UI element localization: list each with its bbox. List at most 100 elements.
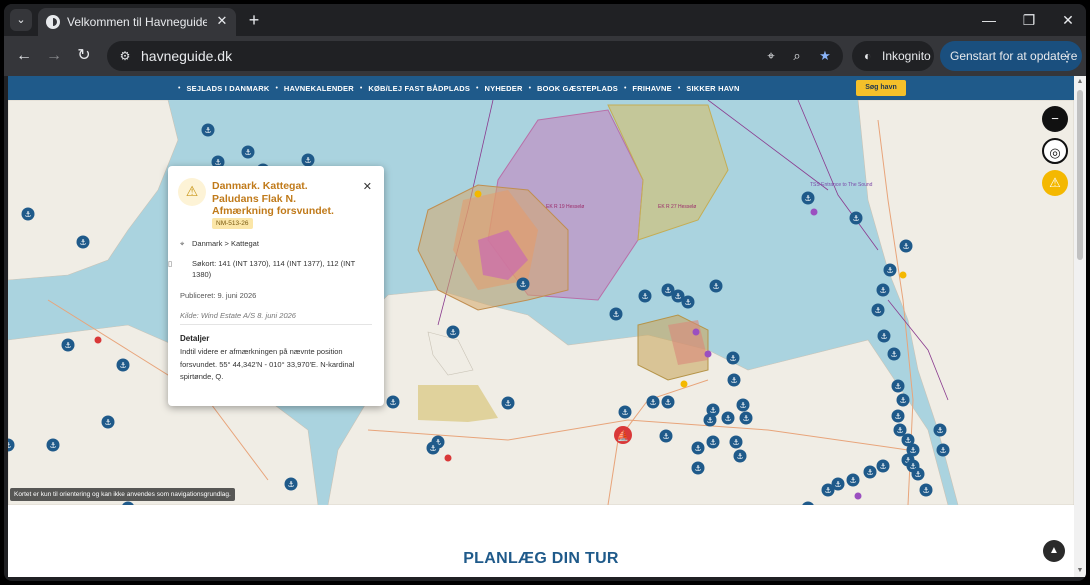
harbor-anchor-icon[interactable]: ⚓	[801, 191, 815, 205]
harbor-anchor-icon[interactable]: ⚓	[101, 415, 115, 429]
reload-icon[interactable]: ↻	[74, 46, 94, 66]
harbor-anchor-icon[interactable]: ⚓	[501, 396, 515, 410]
harbor-anchor-icon[interactable]: ⚓	[709, 279, 723, 293]
status-dot[interactable]	[692, 328, 700, 336]
nav-item[interactable]: FRIHAVNE	[632, 84, 671, 93]
harbor-anchor-icon[interactable]: ⚓	[609, 307, 623, 321]
harbor-anchor-icon[interactable]: ⚓	[821, 483, 835, 497]
scroll-to-top-button[interactable]: ▲	[1043, 540, 1065, 562]
status-dot[interactable]	[94, 336, 102, 344]
harbor-anchor-icon[interactable]: ⚓	[871, 303, 885, 317]
status-dot[interactable]	[704, 350, 712, 358]
nav-item[interactable]: NYHEDER	[485, 84, 523, 93]
harbor-anchor-icon[interactable]: ⚓	[706, 435, 720, 449]
harbor-anchor-icon[interactable]: ⚓	[849, 211, 863, 225]
harbor-anchor-icon[interactable]: ⚓	[727, 373, 741, 387]
status-dot[interactable]	[854, 492, 862, 500]
harbor-anchor-icon[interactable]: ⚓	[21, 207, 35, 221]
harbor-anchor-icon[interactable]: ⚓	[863, 465, 877, 479]
harbor-anchor-icon[interactable]: ⚓	[919, 483, 933, 497]
search-harbor-button[interactable]: Søg havn	[856, 80, 906, 96]
harbor-anchor-icon[interactable]: ⚓	[936, 443, 950, 457]
scroll-down-icon[interactable]: ▼	[1076, 567, 1084, 575]
harbor-anchor-icon[interactable]: ⚓	[891, 379, 905, 393]
tab-close-icon[interactable]: ✕	[214, 13, 230, 29]
address-bar[interactable]: ⚙ havneguide.dk ⌖ ⌕ ★	[107, 41, 843, 71]
harbor-anchor-icon[interactable]: ⚓	[46, 438, 60, 452]
warnings-toggle-button[interactable]: ⚠	[1042, 170, 1068, 196]
harbor-anchor-icon[interactable]: ⚓	[739, 411, 753, 425]
harbor-anchor-icon[interactable]: ⚓	[876, 459, 890, 473]
zoom-icon[interactable]: ⌕	[789, 48, 805, 64]
locate-button[interactable]: ◎	[1042, 138, 1068, 164]
harbor-anchor-icon[interactable]: ⚓	[883, 263, 897, 277]
harbor-anchor-icon[interactable]: ⚓	[733, 449, 747, 463]
harbor-anchor-icon[interactable]: ⚓	[659, 429, 673, 443]
harbor-anchor-icon[interactable]: ⚓	[426, 441, 440, 455]
harbor-anchor-icon[interactable]: ⚓	[638, 289, 652, 303]
harbor-anchor-icon[interactable]: ⚓	[661, 395, 675, 409]
harbor-anchor-icon[interactable]: ⚓	[691, 441, 705, 455]
harbor-anchor-icon[interactable]: ⚓	[284, 477, 298, 491]
nav-item[interactable]: HAVNEKALENDER	[284, 84, 354, 93]
harbor-anchor-icon[interactable]: ⚓	[646, 395, 660, 409]
harbor-anchor-icon[interactable]: ⚓	[301, 153, 315, 167]
bookmark-star-icon[interactable]: ★	[817, 48, 833, 64]
back-icon[interactable]: ←	[14, 46, 34, 66]
harbor-anchor-icon[interactable]: ⚓	[891, 409, 905, 423]
status-dot[interactable]	[444, 454, 452, 462]
minimize-icon[interactable]: —	[979, 10, 999, 30]
tab-search-icon[interactable]: ⌄	[10, 9, 32, 31]
harbor-anchor-icon[interactable]: ⚓	[896, 393, 910, 407]
zoom-out-button[interactable]: −	[1042, 106, 1068, 132]
update-button[interactable]: Genstart for at opdatere ⋮	[940, 41, 1082, 71]
harbor-anchor-icon[interactable]: ⚓	[691, 461, 705, 475]
nav-item[interactable]: KØB/LEJ FAST BÅDPLADS	[368, 84, 470, 93]
harbor-anchor-icon[interactable]: ⚓	[887, 347, 901, 361]
harbor-anchor-icon[interactable]: ⚓	[933, 423, 947, 437]
harbor-anchor-icon[interactable]: ⚓	[876, 283, 890, 297]
harbor-anchor-icon[interactable]: ⚓	[446, 325, 460, 339]
status-dot[interactable]	[899, 271, 907, 279]
nav-item[interactable]: SIKKER HAVN	[686, 84, 739, 93]
harbor-anchor-icon[interactable]: ⚓	[726, 351, 740, 365]
location-icon[interactable]: ⌖	[763, 48, 779, 64]
site-info-icon[interactable]: ⚙	[117, 48, 133, 64]
status-dot[interactable]	[810, 208, 818, 216]
harbor-anchor-icon[interactable]: ⚓	[911, 467, 925, 481]
harbor-anchor-icon[interactable]: ⚓	[661, 283, 675, 297]
nav-item[interactable]: SEJLADS I DANMARK	[186, 84, 269, 93]
harbor-anchor-icon[interactable]: ⚓	[386, 395, 400, 409]
harbor-anchor-icon[interactable]: ⚓	[116, 358, 130, 372]
status-dot[interactable]	[474, 190, 482, 198]
scroll-up-icon[interactable]: ▲	[1076, 78, 1084, 86]
restore-icon[interactable]: ❐	[1019, 10, 1039, 30]
harbor-map[interactable]: EK R 19 Hesselø EK R 27 Hesselø TSS Entr…	[8, 100, 1074, 505]
harbor-anchor-icon[interactable]: ⚓	[618, 405, 632, 419]
menu-dots-icon[interactable]: ⋮	[1060, 41, 1074, 71]
harbor-anchor-icon[interactable]: ⚓	[703, 413, 717, 427]
scrollbar-thumb[interactable]	[1077, 90, 1083, 260]
new-tab-icon[interactable]: +	[244, 10, 264, 30]
harbor-anchor-icon[interactable]: ⚓	[721, 411, 735, 425]
page-scrollbar[interactable]: ▲ ▼	[1074, 76, 1086, 577]
harbor-anchor-icon[interactable]: ⚓	[729, 435, 743, 449]
harbor-anchor-icon[interactable]: ⚓	[846, 473, 860, 487]
url-text[interactable]: havneguide.dk	[141, 48, 232, 64]
harbor-anchor-icon[interactable]: ⚓	[201, 123, 215, 137]
status-dot[interactable]	[680, 380, 688, 388]
harbor-anchor-icon[interactable]: ⚓	[681, 295, 695, 309]
harbor-anchor-icon[interactable]: ⚓	[736, 398, 750, 412]
close-window-icon[interactable]: ✕	[1058, 10, 1078, 30]
incognito-indicator[interactable]: ◐ Inkognito	[852, 41, 934, 71]
harbor-anchor-icon[interactable]: ⚓	[76, 235, 90, 249]
nav-item[interactable]: BOOK GÆSTEPLADS	[537, 84, 618, 93]
harbor-anchor-icon[interactable]: ⚓	[899, 239, 913, 253]
harbor-anchor-icon[interactable]: ⚓	[877, 329, 891, 343]
forward-icon[interactable]: →	[44, 46, 64, 66]
popup-close-icon[interactable]: ✕	[363, 180, 372, 193]
active-tab[interactable]: Velkommen til Havneguide.dk | ✕	[38, 8, 236, 36]
harbor-anchor-icon[interactable]: ⚓	[516, 277, 530, 291]
harbor-anchor-icon[interactable]: ⚓	[241, 145, 255, 159]
harbor-anchor-icon[interactable]: ⚓	[61, 338, 75, 352]
